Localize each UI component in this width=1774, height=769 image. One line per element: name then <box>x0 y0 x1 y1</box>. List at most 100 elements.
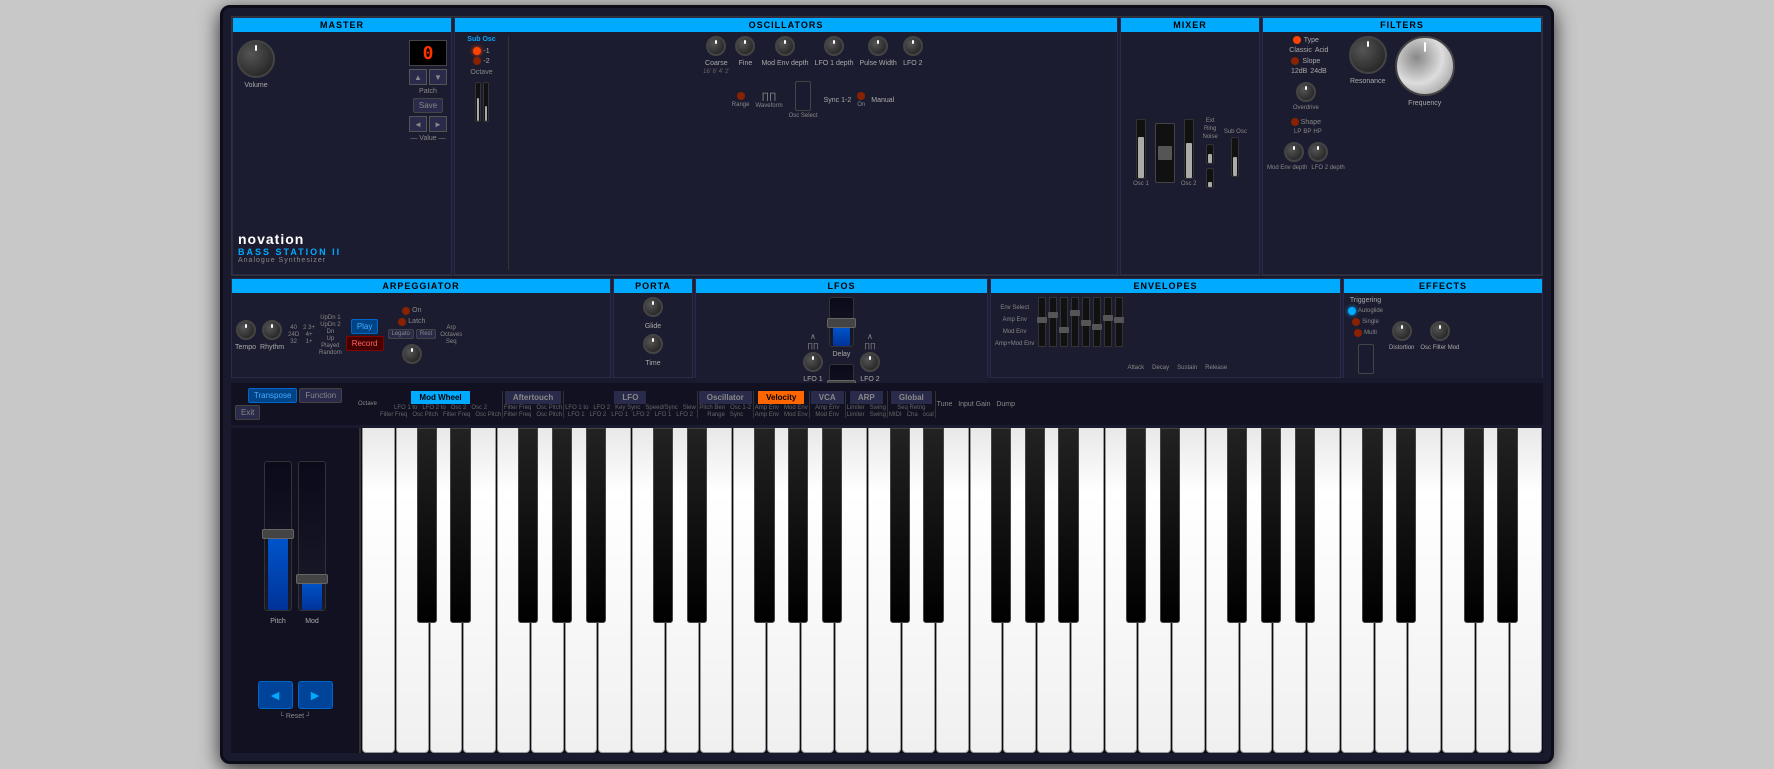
black-key[interactable] <box>754 428 774 623</box>
legato-button[interactable]: Legato <box>388 329 414 339</box>
osc1-coarse[interactable] <box>706 36 726 56</box>
env-fader-2[interactable] <box>1049 297 1057 347</box>
ring-fader[interactable] <box>1206 168 1214 188</box>
env-fader-3[interactable] <box>1060 297 1068 347</box>
octave-up-button[interactable]: ► <box>298 681 333 709</box>
keys-area[interactable] <box>361 428 1543 753</box>
prev-patch[interactable]: ◄ <box>409 116 427 132</box>
env-fader-1[interactable] <box>1038 297 1046 347</box>
black-key[interactable] <box>1295 428 1315 623</box>
on-led[interactable] <box>857 92 865 100</box>
multi-led[interactable] <box>1354 329 1362 337</box>
mod-slider[interactable] <box>298 461 326 611</box>
black-key[interactable] <box>552 428 572 623</box>
black-key[interactable] <box>586 428 606 623</box>
save-button[interactable]: Save <box>413 98 443 113</box>
oscillator-tab[interactable]: Oscillator <box>699 391 752 404</box>
sub-osc-fader2[interactable] <box>483 82 489 122</box>
black-key[interactable] <box>1227 428 1247 623</box>
latch-led[interactable] <box>398 318 406 326</box>
lfo2-rate[interactable] <box>860 352 880 372</box>
black-key[interactable] <box>1160 428 1180 623</box>
env-fader-6[interactable] <box>1093 297 1101 347</box>
volume-knob[interactable] <box>237 40 275 78</box>
white-key[interactable] <box>362 428 395 753</box>
display-up[interactable]: ▲ <box>409 69 427 85</box>
lfo-delay-fader[interactable] <box>829 297 854 347</box>
lfo-tab[interactable]: LFO <box>614 391 646 404</box>
black-key[interactable] <box>450 428 470 623</box>
osc1-fine[interactable] <box>735 36 755 56</box>
function-button[interactable]: Function <box>299 388 342 403</box>
env-fader-4[interactable] <box>1071 297 1079 347</box>
osc1-lfo2[interactable] <box>903 36 923 56</box>
resonance-knob[interactable] <box>1349 36 1387 74</box>
mod-env-depth-filter[interactable] <box>1284 142 1304 162</box>
black-key[interactable] <box>1396 428 1416 623</box>
black-key[interactable] <box>822 428 842 623</box>
osc-select-switch[interactable] <box>795 81 811 111</box>
black-key[interactable] <box>1126 428 1146 623</box>
sub-osc-fader1[interactable] <box>475 82 481 122</box>
slope-led[interactable] <box>1291 57 1299 65</box>
autoglide-led[interactable] <box>1348 307 1356 315</box>
black-key[interactable] <box>890 428 910 623</box>
black-key[interactable] <box>518 428 538 623</box>
arp-on-led[interactable] <box>402 307 410 315</box>
osc1-pulse-width[interactable] <box>868 36 888 56</box>
env-fader-5[interactable] <box>1082 297 1090 347</box>
record-button[interactable]: Record <box>346 336 384 351</box>
display-dn[interactable]: ▼ <box>429 69 447 85</box>
osc1-lfo1[interactable] <box>824 36 844 56</box>
global-tab[interactable]: Global <box>891 391 932 404</box>
vca-tab[interactable]: VCA <box>811 391 844 404</box>
play-button[interactable]: Play <box>351 319 379 334</box>
range-led[interactable] <box>737 92 745 100</box>
black-key[interactable] <box>1497 428 1517 623</box>
exit-button[interactable]: Exit <box>235 405 260 420</box>
next-patch[interactable]: ► <box>429 116 447 132</box>
mod-wheel-tab[interactable]: Mod Wheel <box>411 391 469 404</box>
sub-osc-led2[interactable] <box>473 57 481 65</box>
single-led[interactable] <box>1352 318 1360 326</box>
overdrive-knob[interactable] <box>1296 82 1316 102</box>
black-key[interactable] <box>417 428 437 623</box>
osc-route-switch[interactable] <box>1155 123 1175 183</box>
black-key[interactable] <box>788 428 808 623</box>
black-key[interactable] <box>687 428 707 623</box>
arp-knob[interactable] <box>402 344 422 364</box>
osc1-mod-env[interactable] <box>775 36 795 56</box>
aftertouch-tab[interactable]: Aftertouch <box>505 391 561 404</box>
trigger-switch[interactable] <box>1358 344 1374 374</box>
type-led[interactable] <box>1293 36 1301 44</box>
osc-filter-mod-knob[interactable] <box>1430 321 1450 341</box>
black-key[interactable] <box>991 428 1011 623</box>
tempo-knob[interactable] <box>236 320 256 340</box>
ext-fader[interactable] <box>1206 144 1214 164</box>
octave-down-button[interactable]: ◄ <box>258 681 293 709</box>
env-fader-8[interactable] <box>1115 297 1123 347</box>
velocity-tab[interactable]: Velocity <box>758 391 804 404</box>
distortion-knob[interactable] <box>1392 321 1412 341</box>
lfo1-rate[interactable] <box>803 352 823 372</box>
glide-knob[interactable] <box>643 297 663 317</box>
lfo2-depth-filter[interactable] <box>1308 142 1328 162</box>
frequency-knob[interactable] <box>1395 36 1455 96</box>
black-key[interactable] <box>1025 428 1045 623</box>
osc1-fader[interactable] <box>1136 119 1146 179</box>
black-key[interactable] <box>1261 428 1281 623</box>
rest-button[interactable]: Rest <box>416 329 436 339</box>
osc2-fader[interactable] <box>1184 119 1194 179</box>
black-key[interactable] <box>1362 428 1382 623</box>
transpose-button[interactable]: Transpose <box>248 388 298 403</box>
black-key[interactable] <box>1464 428 1484 623</box>
sub-osc-led1[interactable] <box>473 47 481 55</box>
pitch-slider[interactable] <box>264 461 292 611</box>
shape-led[interactable] <box>1291 118 1299 126</box>
sub-osc-mix-fader[interactable] <box>1231 137 1239 177</box>
arp-tab[interactable]: ARP <box>850 391 883 404</box>
black-key[interactable] <box>1058 428 1078 623</box>
rhythm-knob[interactable] <box>262 320 282 340</box>
env-fader-7[interactable] <box>1104 297 1112 347</box>
black-key[interactable] <box>923 428 943 623</box>
